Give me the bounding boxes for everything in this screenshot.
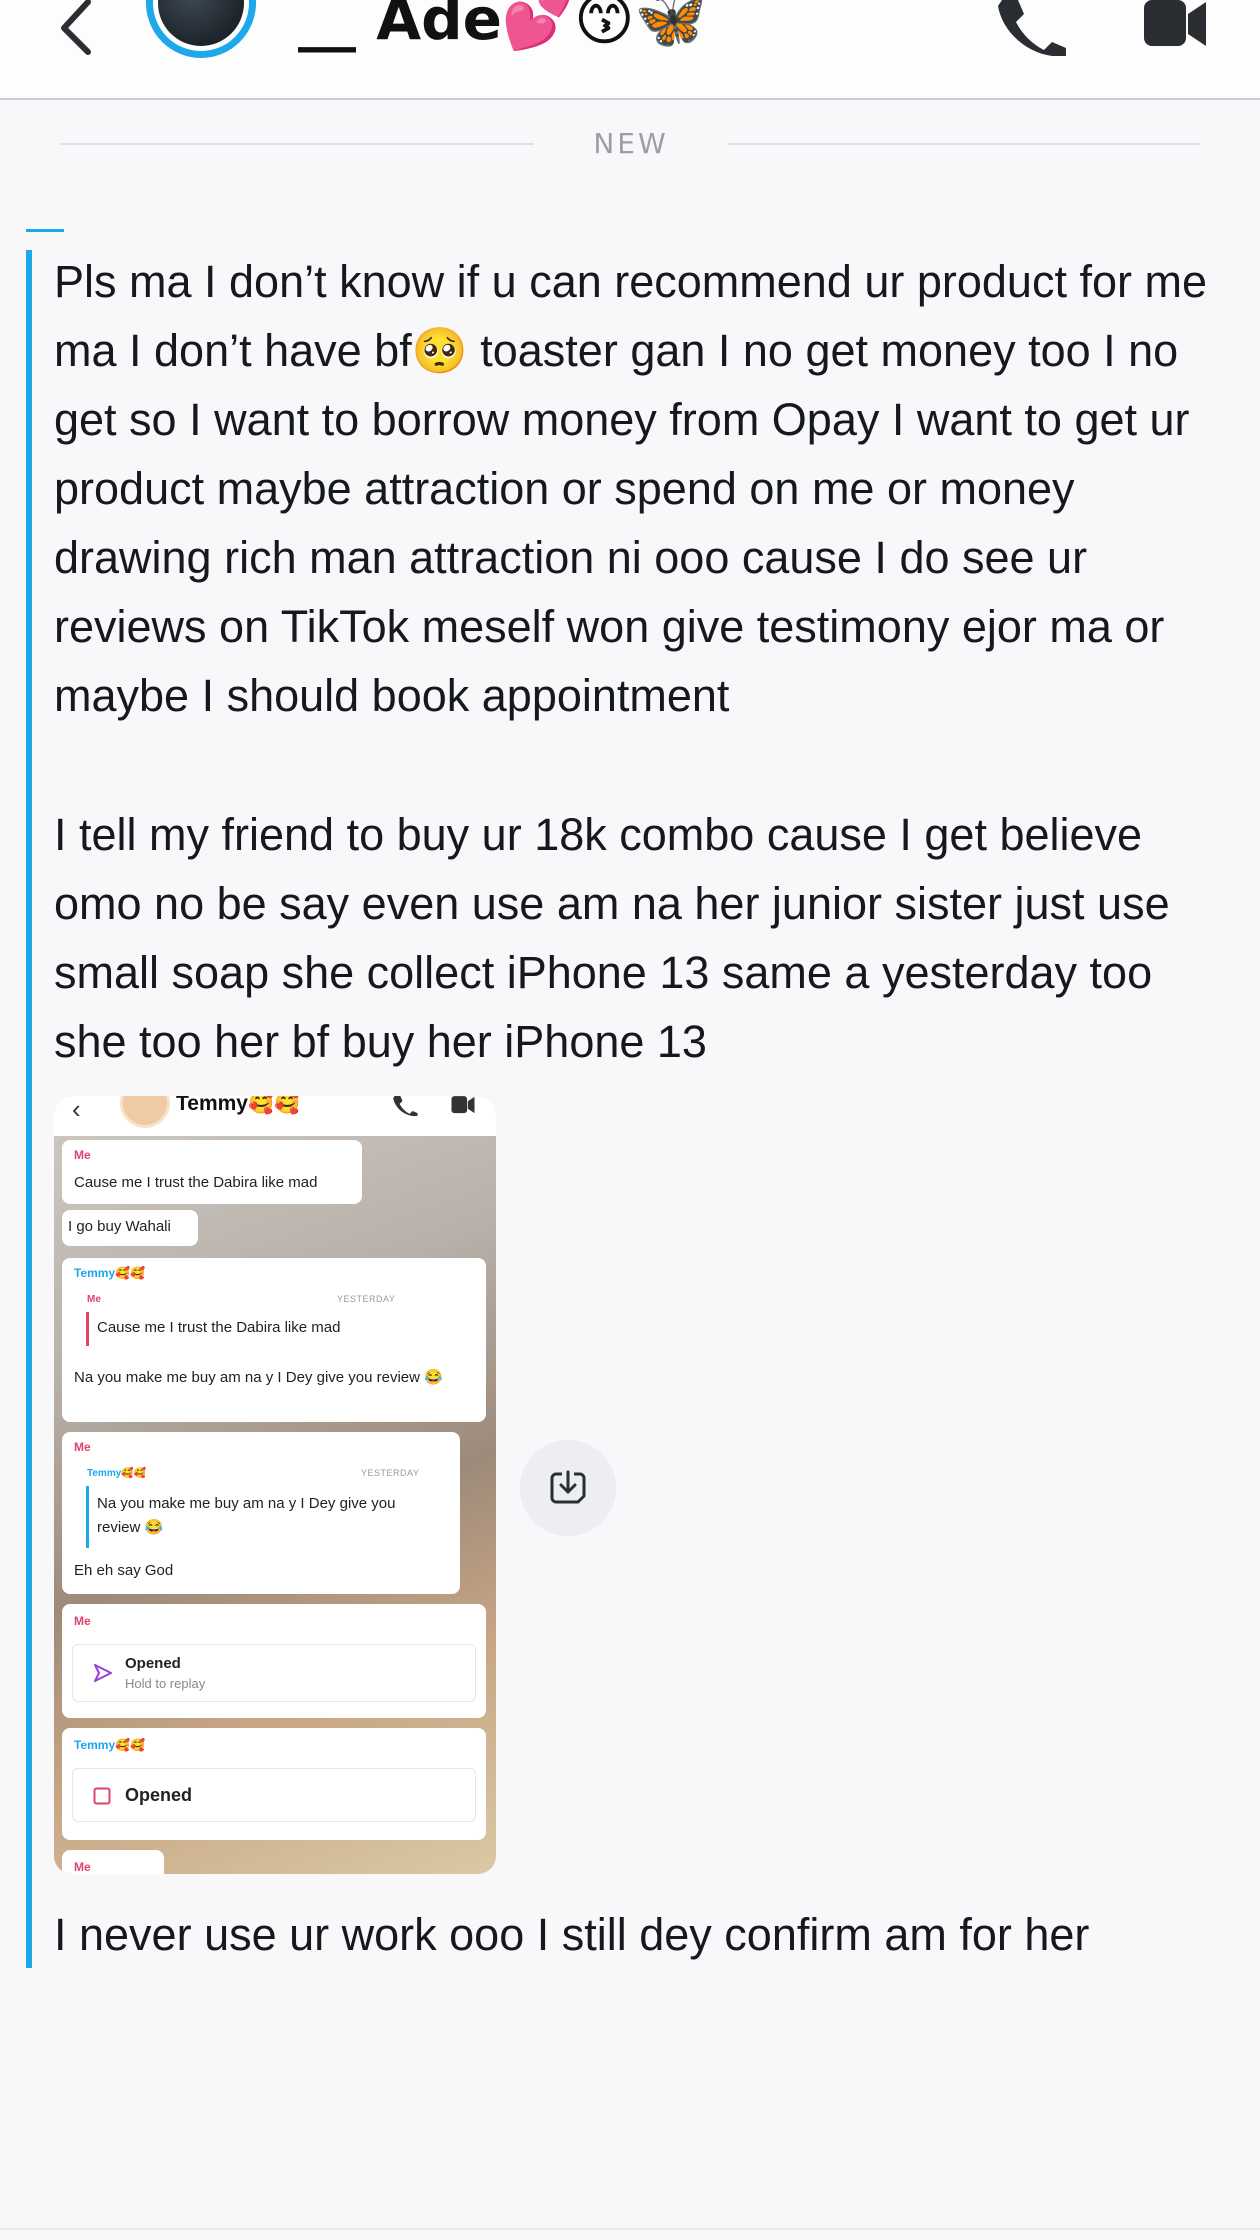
phone-icon <box>393 1096 418 1116</box>
screenshot-message: Temmy🥰🥰 Opened <box>62 1728 486 1840</box>
quoted-text: Na you make me buy am na y I Dey give yo… <box>97 1495 396 1536</box>
sender-label: Me <box>74 1860 91 1874</box>
sender-label: Temmy🥰🥰 <box>74 1266 146 1280</box>
sender-label: Me <box>74 1614 91 1628</box>
quoted-message: Temmy🥰🥰 YESTERDAY Na you make me buy am … <box>86 1468 422 1548</box>
save-to-camera-roll-icon <box>550 1470 586 1504</box>
new-messages-label: NEW <box>593 127 669 160</box>
message-line: I go buy Wahali <box>68 1218 171 1235</box>
video-camera-icon <box>1144 0 1206 46</box>
chevron-left-icon <box>61 0 91 55</box>
chat-title[interactable]: __ Ade💕😙🦋 <box>298 0 707 50</box>
quoted-sender: Temmy🥰🥰 <box>87 1468 147 1479</box>
message-line: Cause me I trust the Dabira like mad <box>74 1174 318 1191</box>
sender-label: Temmy🥰🥰 <box>74 1738 146 1752</box>
message-line: Na you make me buy am na y I Dey give yo… <box>74 1369 443 1386</box>
video-camera-icon <box>451 1096 475 1114</box>
message-text[interactable]: I never use ur work ooo I still dey conf… <box>54 1900 1234 1969</box>
screenshot-message: Me Opened Hold to replay <box>62 1604 486 1718</box>
sender-label: Me <box>74 1440 91 1454</box>
sender-label: Me <box>74 1148 91 1162</box>
screenshot-message: I go buy Wahali <box>62 1210 198 1246</box>
screenshot-message: Temmy🥰🥰 Me YESTERDAY Cause me I trust th… <box>62 1258 486 1422</box>
message-text[interactable]: Pls ma I don’t know if u can recommend u… <box>54 247 1234 730</box>
snap-status: Opened Hold to replay <box>72 1644 476 1702</box>
voice-call-button[interactable] <box>996 0 1066 56</box>
save-media-button[interactable] <box>520 1440 616 1536</box>
quoted-text: Cause me I trust the Dabira like mad <box>97 1319 341 1336</box>
status-label: Opened <box>125 1785 193 1805</box>
screenshot-contact-name: Temmy🥰🥰 <box>176 1096 301 1115</box>
screenshot-message: Me Cause me I trust the Dabira like mad <box>62 1140 362 1204</box>
message-text[interactable]: I tell my friend to buy ur 18k combo cau… <box>54 800 1234 1076</box>
status-hint: Hold to replay <box>125 1676 206 1691</box>
quoted-date: YESTERDAY <box>337 1294 396 1304</box>
snap-status: Opened <box>72 1768 476 1822</box>
screenshot-message: Me <box>62 1850 164 1874</box>
message-line: Eh eh say God <box>74 1562 174 1579</box>
chevron-left-icon: ‹ <box>72 1096 81 1124</box>
video-call-button[interactable] <box>1140 0 1210 48</box>
screenshot-header: ‹ Temmy🥰🥰 <box>54 1096 496 1136</box>
message-accent-bar <box>26 250 32 1968</box>
opened-square-icon <box>93 1787 111 1805</box>
separator-line-right <box>728 143 1200 145</box>
quoted-message: Me YESTERDAY Cause me I trust the Dabira… <box>86 1294 395 1346</box>
avatar[interactable] <box>146 0 256 58</box>
divider <box>0 2228 1260 2230</box>
attached-screenshot[interactable]: ‹ Temmy🥰🥰 Me Cause me I trust the Dabira… <box>54 1096 496 1874</box>
avatar-image <box>158 0 244 46</box>
screenshot-message: Me Temmy🥰🥰 YESTERDAY Na you make me buy … <box>62 1432 460 1594</box>
quoted-sender: Me <box>87 1294 101 1305</box>
quoted-date: YESTERDAY <box>361 1468 420 1478</box>
back-button[interactable] <box>52 0 102 60</box>
separator-line-left <box>60 143 534 145</box>
chat-header: __ Ade💕😙🦋 <box>0 0 1260 100</box>
status-label: Opened <box>125 1655 181 1672</box>
sender-indicator <box>26 229 64 232</box>
avatar <box>120 1096 170 1128</box>
phone-icon <box>998 0 1066 56</box>
sent-arrow-icon <box>94 1664 112 1682</box>
